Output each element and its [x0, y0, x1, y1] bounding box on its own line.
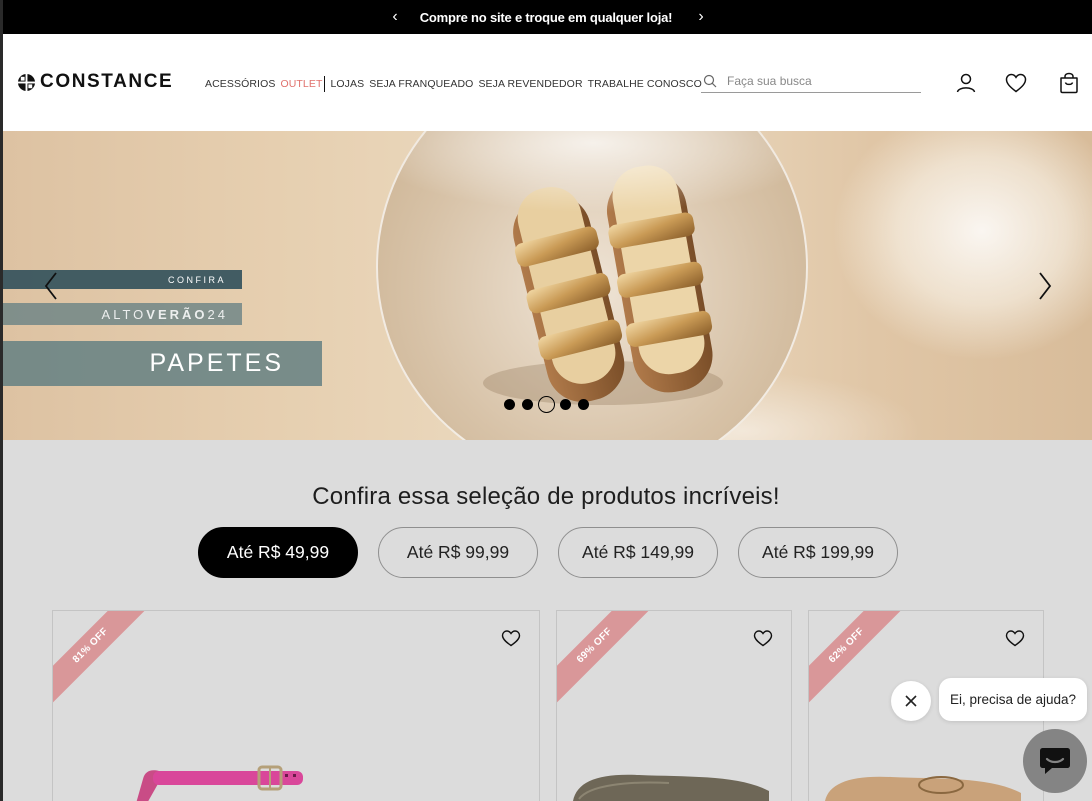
price-filter-199[interactable]: Até R$ 199,99	[738, 527, 898, 578]
banner-dot-2[interactable]	[522, 399, 533, 410]
account-icon[interactable]	[954, 71, 978, 95]
product-card[interactable]: 69% OFF	[556, 610, 792, 801]
banner-next-arrow-icon[interactable]	[1035, 271, 1055, 301]
main-nav: ACESSÓRIOS OUTLET LOJAS SEJA FRANQUEADO …	[205, 76, 707, 92]
brand-logo[interactable]: CONSTANCE	[17, 71, 173, 93]
product-card[interactable]: 81% OFF	[52, 610, 540, 801]
chat-close-button[interactable]	[891, 681, 931, 721]
text-cursor	[324, 76, 326, 92]
price-filter-49[interactable]: Até R$ 49,99	[198, 527, 358, 578]
nav-item-seja-franqueado[interactable]: SEJA FRANQUEADO	[369, 78, 473, 90]
banner-label-collection: ALTO VERÃO 24	[3, 303, 242, 325]
logo-mark-icon	[17, 72, 36, 92]
product-image-nude-shoe	[825, 776, 1021, 801]
nav-item-trabalhe-conosco[interactable]: TRABALHE CONOSCO	[588, 78, 702, 90]
favorite-heart-icon[interactable]	[753, 629, 773, 647]
announcement-prev-arrow-icon[interactable]: ‹	[388, 9, 402, 25]
favorite-heart-icon[interactable]	[501, 629, 521, 647]
banner-dot-4[interactable]	[560, 399, 571, 410]
discount-ribbon: 62% OFF	[809, 611, 906, 705]
chat-launcher-button[interactable]	[1023, 729, 1087, 793]
nav-item-outlet[interactable]: OUTLET	[280, 78, 322, 90]
banner-dot-3-active[interactable]	[538, 396, 555, 413]
price-filter-149[interactable]: Até R$ 149,99	[558, 527, 718, 578]
wishlist-heart-icon[interactable]	[1004, 71, 1028, 95]
banner-collection-year: 24	[207, 306, 228, 322]
banner-pagination	[504, 396, 589, 413]
logo-text: CONSTANCE	[40, 71, 174, 92]
page-root: ‹ Compre no site e troque em qualquer lo…	[0, 0, 1092, 801]
banner-papetes-text: PAPETES	[149, 349, 284, 377]
section-title: Confira essa seleção de produtos incríve…	[312, 483, 780, 510]
product-image-flat-shoe	[573, 774, 769, 801]
banner-dot-5[interactable]	[578, 399, 589, 410]
nav-item-acessorios[interactable]: ACESSÓRIOS	[205, 78, 275, 90]
hero-banner[interactable]: CONFIRA ALTO VERÃO 24 PAPETES	[3, 131, 1092, 440]
banner-dot-1[interactable]	[504, 399, 515, 410]
announcement-next-arrow-icon[interactable]: ›	[694, 9, 708, 25]
window-edge	[0, 0, 3, 801]
price-filter-99[interactable]: Até R$ 99,99	[378, 527, 538, 578]
chat-prompt-bubble[interactable]: Ei, precisa de ajuda?	[939, 678, 1087, 721]
banner-label-papetes: PAPETES	[3, 341, 322, 386]
banner-collection-alto: ALTO	[101, 306, 147, 322]
site-header: CONSTANCE ACESSÓRIOS OUTLET LOJAS SEJA F…	[3, 34, 1092, 131]
search-icon[interactable]	[703, 74, 717, 88]
search-input[interactable]	[727, 74, 907, 88]
chat-icon	[1040, 748, 1070, 774]
close-icon	[905, 695, 917, 707]
discount-ribbon: 81% OFF	[53, 611, 150, 705]
announcement-bar: ‹ Compre no site e troque em qualquer lo…	[0, 0, 1092, 34]
shopping-bag-icon[interactable]	[1057, 71, 1081, 95]
product-image-sandal	[136, 765, 303, 801]
nav-item-lojas[interactable]: LOJAS	[330, 78, 364, 90]
discount-ribbon: 69% OFF	[557, 611, 654, 705]
favorite-heart-icon[interactable]	[1005, 629, 1025, 647]
banner-label-confira: CONFIRA	[3, 270, 242, 289]
banner-foam	[832, 131, 1092, 361]
nav-item-seja-revendedor[interactable]: SEJA REVENDEDOR	[478, 78, 582, 90]
banner-prev-arrow-icon[interactable]	[41, 271, 61, 301]
banner-confira-text: CONFIRA	[168, 274, 226, 285]
banner-collection-verao: VERÃO	[146, 306, 208, 322]
search-bar	[701, 70, 921, 93]
announcement-message: Compre no site e troque em qualquer loja…	[419, 9, 673, 25]
banner-product-image	[376, 131, 808, 440]
